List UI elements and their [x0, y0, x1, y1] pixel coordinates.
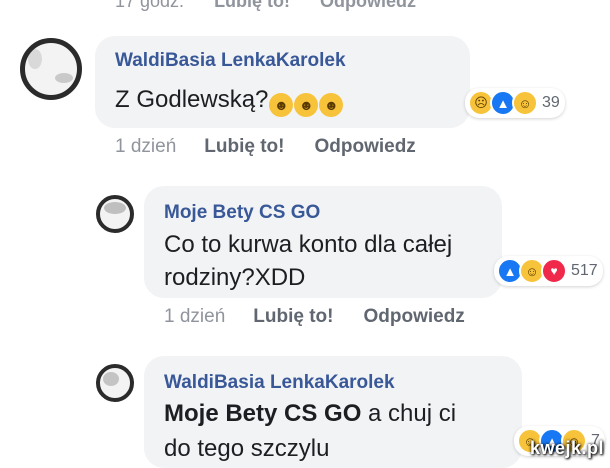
reply-link[interactable]: Odpowiedz	[363, 306, 464, 328]
face-with-tears-of-joy-icon: ☻	[319, 93, 344, 117]
comment-bubble: Moje Bety CS GO Co to kurwa konto dla ca…	[144, 186, 502, 298]
comment-text-content: a chuj ci	[361, 400, 457, 427]
comment-text-line: do tego szczylu	[164, 435, 330, 462]
comment-mention[interactable]: Moje Bety CS GO	[164, 400, 361, 427]
avatar[interactable]	[96, 195, 134, 233]
comment-time[interactable]: 1 dzień	[164, 306, 225, 328]
comment-text-line: rodziny?XDD	[164, 264, 306, 291]
comment-author[interactable]: WaldiBasia LenkaKarolek	[115, 50, 346, 72]
comment-bubble: WaldiBasia LenkaKarolek Z Godlewską? ☻ ☻ ☻	[95, 36, 470, 128]
reply-link[interactable]: Odpowiedz	[320, 0, 416, 12]
avatar-detail	[55, 73, 73, 83]
face-with-tears-of-joy-icon: ☻	[294, 93, 319, 117]
avatar-detail	[104, 202, 126, 214]
reaction-count: 517	[571, 262, 598, 279]
comment-bubble: WaldiBasia LenkaKarolek Moje Bety CS GO …	[144, 356, 522, 468]
comment-actions: 1 dzień Lubię to! Odpowiedz	[164, 306, 465, 328]
like-link[interactable]: Lubię to!	[253, 306, 333, 328]
comment-text-line: Co to kurwa konto dla całej	[164, 231, 453, 258]
like-link[interactable]: Lubię to!	[214, 0, 290, 12]
like-link[interactable]: Lubię to!	[204, 136, 284, 158]
avatar[interactable]	[20, 38, 82, 100]
top-partial-actions: 17 godz. Lubię to! Odpowiedz	[115, 0, 416, 12]
comment-time: 17 godz.	[115, 0, 185, 11]
reactions-summary[interactable]: ▲ ☺ ♥ 517	[494, 256, 603, 286]
avatar[interactable]	[96, 364, 134, 402]
comment-text: Co to kurwa konto dla całej rodziny?XDD	[164, 228, 452, 294]
avatar-detail	[28, 49, 42, 69]
reaction-count: 39	[542, 94, 560, 111]
comment-author[interactable]: WaldiBasia LenkaKarolek	[164, 372, 395, 394]
reactions-summary[interactable]: ☹ ▲ ☺ 39	[465, 88, 565, 118]
comment-author[interactable]: Moje Bety CS GO	[164, 202, 320, 224]
avatar-detail	[103, 372, 119, 386]
comment-actions: 1 dzień Lubię to! Odpowiedz	[115, 136, 416, 158]
face-with-tears-of-joy-icon: ☻	[269, 93, 294, 117]
comment-text: Z Godlewską? ☻ ☻ ☻	[115, 86, 344, 117]
love-reaction-icon: ♥	[541, 258, 567, 284]
comment-text: Moje Bety CS GO a chuj ci do tego szczyl…	[164, 396, 456, 466]
haha-reaction-icon: ☺	[512, 90, 538, 116]
reply-link[interactable]: Odpowiedz	[314, 136, 415, 158]
watermark-logo: kwejk.pl	[529, 438, 604, 458]
comment-text-content: Z Godlewską?	[115, 86, 269, 113]
comment-time[interactable]: 1 dzień	[115, 136, 176, 158]
